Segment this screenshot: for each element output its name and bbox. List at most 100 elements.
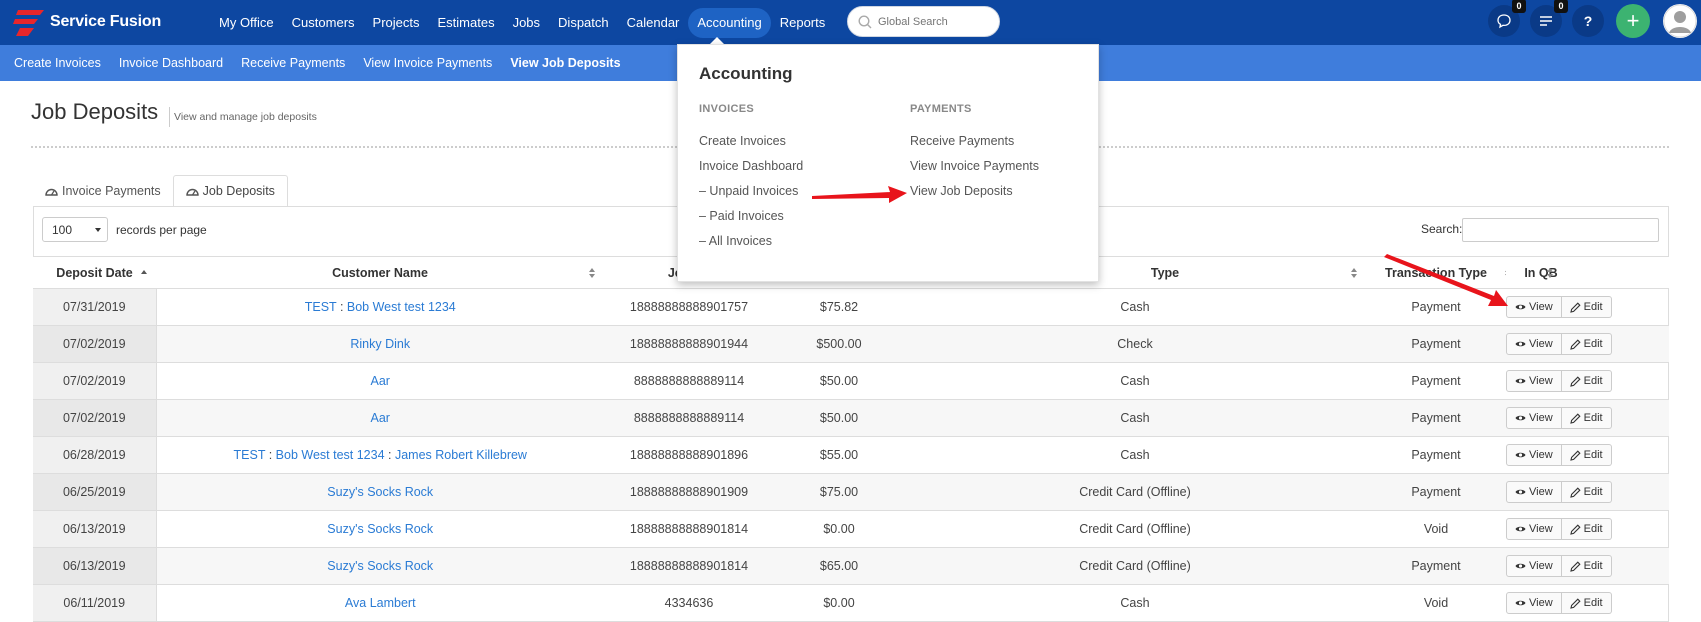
table-search-input[interactable]	[1462, 218, 1659, 242]
tab-job-deposits[interactable]: Job Deposits	[172, 175, 288, 207]
view-label: View	[1529, 486, 1553, 498]
view-button[interactable]: View	[1506, 444, 1562, 466]
menu-unpaid-invoices[interactable]: – Unpaid Invoices	[699, 183, 803, 208]
nav-reports[interactable]: Reports	[771, 8, 835, 38]
edit-label: Edit	[1583, 412, 1603, 424]
menu-paid-invoices[interactable]: – Paid Invoices	[699, 208, 803, 233]
nav-jobs[interactable]: Jobs	[504, 8, 549, 38]
customer-link[interactable]: Suzy's Socks Rock	[327, 522, 433, 536]
subnav-create-invoices[interactable]: Create Invoices	[5, 56, 110, 70]
contact-link[interactable]: James Robert Killebrew	[395, 448, 527, 462]
transaction-type-cell: Payment	[1366, 288, 1506, 326]
edit-button[interactable]: Edit	[1561, 592, 1612, 614]
col-transaction-type[interactable]: Transaction Type	[1366, 256, 1511, 289]
payments-column: PAYMENTS Receive Payments View Invoice P…	[910, 103, 1039, 208]
job-number-cell: 8888888888889114	[604, 399, 774, 437]
view-button[interactable]: View	[1506, 296, 1562, 318]
view-button[interactable]: View	[1506, 555, 1562, 577]
eye-icon	[1515, 452, 1526, 458]
view-button[interactable]: View	[1506, 407, 1562, 429]
customer-link[interactable]: Rinky Dink	[350, 337, 410, 351]
row-actions: View Edit	[1506, 518, 1612, 540]
deposit-date-cell: 07/02/2019	[33, 362, 157, 400]
subnav-invoice-dashboard[interactable]: Invoice Dashboard	[110, 56, 232, 70]
nav-accounting[interactable]: Accounting	[688, 7, 771, 38]
pencil-icon	[1569, 412, 1581, 424]
edit-button[interactable]: Edit	[1561, 555, 1612, 577]
customer-link[interactable]: Aar	[371, 374, 390, 388]
menu-view-job-deposits[interactable]: View Job Deposits	[910, 183, 1039, 208]
actions-cell: View Edit	[1506, 510, 1669, 548]
plus-icon: +	[1626, 8, 1640, 33]
edit-button[interactable]: Edit	[1561, 407, 1612, 429]
view-button[interactable]: View	[1506, 518, 1562, 540]
col-in-qb[interactable]: In QB	[1506, 256, 1576, 289]
view-button[interactable]: View	[1506, 370, 1562, 392]
type-cell: Check	[904, 325, 1366, 363]
edit-button[interactable]: Edit	[1561, 370, 1612, 392]
page-length-select[interactable]: 100	[42, 217, 108, 242]
customer-prefix-link[interactable]: TEST	[305, 300, 337, 314]
nav-customers[interactable]: Customers	[283, 8, 364, 38]
tabs: Invoice Payments Job Deposits	[33, 175, 288, 207]
pencil-icon	[1569, 486, 1581, 498]
col-deposit-date[interactable]: Deposit Date	[33, 256, 156, 289]
amount-cell: $0.00	[774, 510, 904, 548]
pencil-icon	[1569, 301, 1581, 313]
view-button[interactable]: View	[1506, 333, 1562, 355]
tab-invoice-payments[interactable]: Invoice Payments	[33, 175, 173, 207]
nav-estimates[interactable]: Estimates	[429, 8, 504, 38]
edit-button[interactable]: Edit	[1561, 333, 1612, 355]
customer-link[interactable]: Bob West test 1234	[347, 300, 456, 314]
actions-cell: View Edit	[1506, 399, 1669, 437]
view-button[interactable]: View	[1506, 592, 1562, 614]
subnav-receive-payments[interactable]: Receive Payments	[232, 56, 354, 70]
amount-cell: $75.00	[774, 473, 904, 511]
add-new-button[interactable]: +	[1616, 4, 1650, 38]
customer-link[interactable]: Suzy's Socks Rock	[327, 485, 433, 499]
menu-create-invoices[interactable]: Create Invoices	[699, 133, 803, 158]
nav-my-office[interactable]: My Office	[210, 8, 283, 38]
customer-cell: TEST : Bob West test 1234	[156, 288, 604, 326]
job-number-cell: 18888888888901944	[604, 325, 774, 363]
subnav-view-job-deposits[interactable]: View Job Deposits	[501, 56, 629, 70]
global-search[interactable]	[847, 6, 1000, 37]
subnav-view-invoice-payments[interactable]: View Invoice Payments	[354, 56, 501, 70]
edit-button[interactable]: Edit	[1561, 444, 1612, 466]
col-customer-name[interactable]: Customer Name	[156, 256, 604, 289]
sort-icon	[1351, 268, 1358, 279]
customer-link[interactable]: Bob West test 1234	[276, 448, 385, 462]
menu-invoice-dashboard[interactable]: Invoice Dashboard	[699, 158, 803, 183]
menu-all-invoices[interactable]: – All Invoices	[699, 233, 803, 258]
menu-receive-payments[interactable]: Receive Payments	[910, 133, 1039, 158]
transaction-type-cell: Payment	[1366, 473, 1506, 511]
tasks-button[interactable]: 0	[1530, 0, 1568, 37]
eye-icon	[1515, 563, 1526, 569]
nav-dispatch[interactable]: Dispatch	[549, 8, 618, 38]
customer-prefix-link[interactable]: TEST	[234, 448, 266, 462]
view-button[interactable]: View	[1506, 481, 1562, 503]
chat-button[interactable]: 0	[1488, 0, 1526, 37]
user-avatar[interactable]	[1663, 4, 1697, 38]
table-body: 07/31/2019 TEST : Bob West test 1234 18888…	[33, 288, 1669, 622]
table-row: 06/13/2019 Suzy's Socks Rock 1888888888890…	[33, 510, 1669, 548]
view-label: View	[1529, 301, 1553, 313]
dashboard-icon	[185, 188, 199, 196]
global-search-input[interactable]	[878, 15, 988, 28]
nav-calendar[interactable]: Calendar	[618, 8, 689, 38]
actions-cell: View Edit	[1506, 362, 1669, 400]
nav-projects[interactable]: Projects	[364, 8, 429, 38]
amount-cell: $75.82	[774, 288, 904, 326]
logo[interactable]: Service Fusion	[12, 6, 161, 38]
edit-button[interactable]: Edit	[1561, 481, 1612, 503]
customer-link[interactable]: Aar	[371, 411, 390, 425]
edit-button[interactable]: Edit	[1561, 518, 1612, 540]
menu-view-invoice-payments[interactable]: View Invoice Payments	[910, 158, 1039, 183]
edit-button[interactable]: Edit	[1561, 296, 1612, 318]
transaction-type-cell: Payment	[1366, 436, 1506, 474]
help-button[interactable]: ?	[1572, 5, 1604, 37]
customer-link[interactable]: Ava Lambert	[345, 596, 416, 610]
customer-link[interactable]: Suzy's Socks Rock	[327, 559, 433, 573]
deposit-date-cell: 06/25/2019	[33, 473, 157, 511]
type-cell: Cash	[904, 288, 1366, 326]
